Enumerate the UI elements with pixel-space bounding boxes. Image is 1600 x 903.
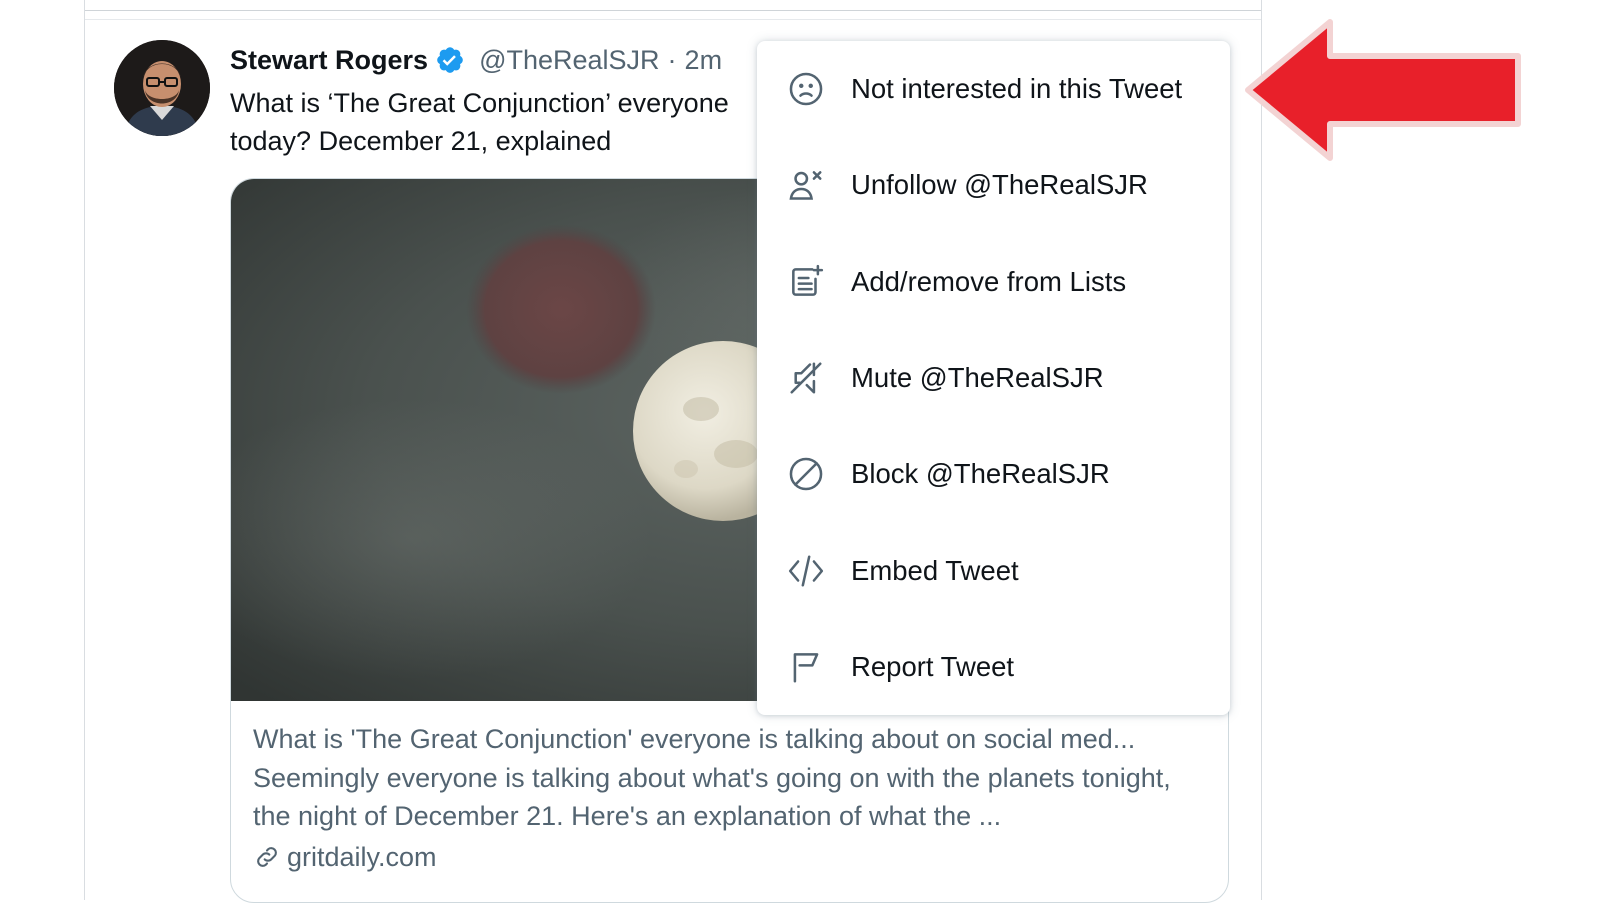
avatar[interactable] xyxy=(114,40,210,136)
divider xyxy=(85,19,1261,20)
menu-item-mute[interactable]: Mute @TheRealSJR xyxy=(757,330,1230,426)
mute-speaker-icon xyxy=(790,362,822,394)
menu-item-embed[interactable]: Embed Tweet xyxy=(757,522,1230,618)
menu-item-label: Not interested in this Tweet xyxy=(851,73,1183,105)
author-handle[interactable]: @TheRealSJR xyxy=(479,45,659,75)
annotation-arrow xyxy=(1245,19,1521,161)
menu-item-label: Mute @TheRealSJR xyxy=(851,362,1104,394)
menu-item-unfollow[interactable]: Unfollow @TheRealSJR xyxy=(757,137,1230,233)
tweet-text: What is ‘The Great Conjunction’ everyone… xyxy=(230,84,760,160)
card-description: Seemingly everyone is talking about what… xyxy=(253,763,1171,831)
menu-item-not-interested[interactable]: Not interested in this Tweet xyxy=(757,41,1230,137)
author-name[interactable]: Stewart Rogers xyxy=(230,45,428,76)
menu-item-label: Add/remove from Lists xyxy=(851,265,1127,297)
menu-item-label: Embed Tweet xyxy=(851,554,1019,586)
block-icon xyxy=(789,458,823,491)
menu-item-label: Report Tweet xyxy=(851,650,1015,682)
handle-and-time: @TheRealSJR · 2m xyxy=(479,45,722,76)
menu-item-lists[interactable]: Add/remove from Lists xyxy=(757,234,1230,330)
menu-item-report[interactable]: Report Tweet xyxy=(757,619,1230,715)
tweet-options-menu: Not interested in this Tweet Unfollow @T… xyxy=(757,41,1230,715)
card-domain-row[interactable]: gritdaily.com xyxy=(253,837,1208,877)
tweet-header: Stewart Rogers @TheRealSJR · 2m xyxy=(230,40,722,80)
separator: · xyxy=(667,44,677,75)
divider xyxy=(85,10,1261,11)
card-title[interactable]: What is 'The Great Conjunction' everyone… xyxy=(253,719,1208,759)
tweet-text-line: What is ‘The Great Conjunction’ everyone xyxy=(230,88,729,118)
tweet-text-line: today? December 21, explained xyxy=(230,126,612,156)
tweet-timestamp[interactable]: 2m xyxy=(685,45,723,75)
card-domain: gritdaily.com xyxy=(287,842,437,872)
list-add-icon xyxy=(792,264,824,296)
unfollow-user-icon xyxy=(789,171,822,201)
verified-badge-icon xyxy=(437,47,463,73)
menu-item-block[interactable]: Block @TheRealSJR xyxy=(757,426,1230,522)
menu-item-label: Block @TheRealSJR xyxy=(851,458,1110,490)
frown-face-icon xyxy=(789,72,823,106)
link-icon xyxy=(257,847,277,867)
flag-icon xyxy=(793,652,819,683)
card-body: What is 'The Great Conjunction' everyone… xyxy=(253,719,1208,877)
code-icon xyxy=(788,555,824,587)
menu-item-label: Unfollow @TheRealSJR xyxy=(851,169,1148,201)
